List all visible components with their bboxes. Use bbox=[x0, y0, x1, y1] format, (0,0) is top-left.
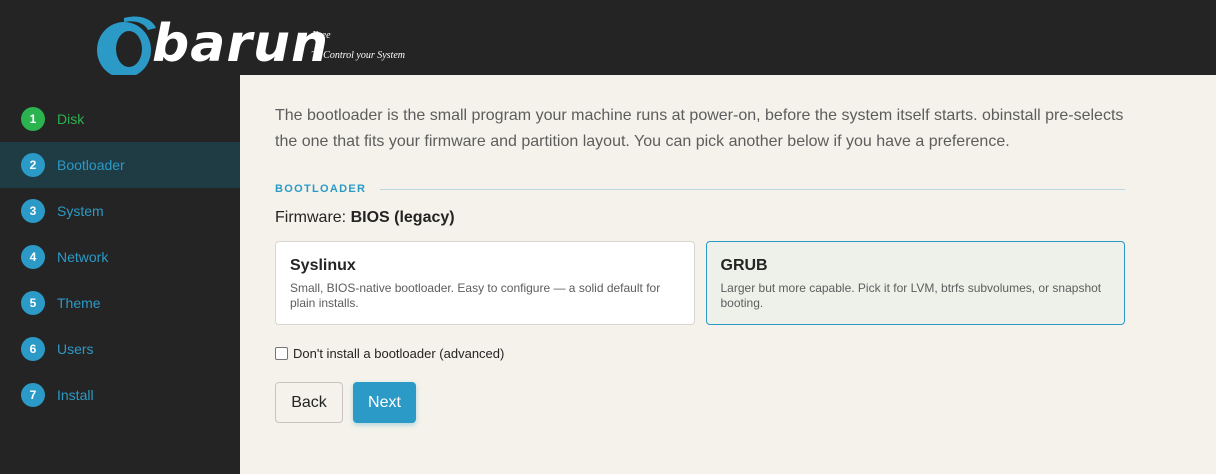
main-content: The bootloader is the small program your… bbox=[240, 75, 1216, 474]
sidebar-item-label: Network bbox=[57, 249, 109, 265]
option-grub[interactable]: GRUB Larger but more capable. Pick it fo… bbox=[705, 241, 1125, 325]
sidebar-item-label: System bbox=[57, 203, 104, 219]
logo-wordmark: barun bbox=[152, 14, 329, 74]
step-number-badge: 5 bbox=[21, 291, 45, 315]
sidebar-steps: 1 Disk 2 Bootloader 3 System 4 Network 5… bbox=[0, 75, 240, 474]
bootloader-options: Syslinux Small, BIOS-native bootloader. … bbox=[275, 241, 1125, 325]
back-button[interactable]: Back bbox=[275, 382, 343, 423]
step-number-badge: 4 bbox=[21, 245, 45, 269]
option-title: Syslinux bbox=[290, 257, 356, 274]
firmware-info: Firmware: BIOS (legacy) bbox=[275, 209, 1125, 227]
firmware-value: BIOS (legacy) bbox=[350, 209, 455, 226]
sidebar-item-users[interactable]: 6 Users bbox=[0, 326, 240, 372]
option-description: Small, BIOS-native bootloader. Easy to c… bbox=[290, 281, 661, 310]
sidebar-item-label: Disk bbox=[57, 111, 85, 127]
section-header: BOOTLOADER bbox=[275, 183, 1125, 195]
obarun-logo-icon bbox=[97, 16, 156, 78]
next-button[interactable]: Next bbox=[353, 382, 416, 423]
step-number-badge: 3 bbox=[21, 199, 45, 223]
intro-text: The bootloader is the small program your… bbox=[275, 107, 1124, 150]
sidebar-item-disk[interactable]: 1 Disk bbox=[0, 96, 240, 142]
sidebar-item-install[interactable]: 7 Install bbox=[0, 372, 240, 418]
skip-bootloader-row: Don't install a bootloader (advanced) bbox=[275, 346, 1125, 361]
firmware-label: Firmware: bbox=[275, 209, 347, 226]
step-number-badge: 7 bbox=[21, 383, 45, 407]
sidebar-item-label: Install bbox=[57, 387, 94, 403]
option-description: Larger but more capable. Pick it for LVM… bbox=[720, 281, 1102, 310]
step-number-badge: 1 bbox=[21, 107, 45, 131]
logo-tagline-1: Free bbox=[312, 30, 331, 41]
step-number-badge: 2 bbox=[21, 153, 45, 177]
section-divider bbox=[380, 188, 1125, 190]
sidebar-item-bootloader[interactable]: 2 Bootloader bbox=[0, 142, 240, 188]
step-number-badge: 6 bbox=[21, 337, 45, 361]
sidebar-item-system[interactable]: 3 System bbox=[0, 188, 240, 234]
app-header: barun Free To Control your System bbox=[0, 0, 1216, 78]
skip-bootloader-label[interactable]: Don't install a bootloader (advanced) bbox=[293, 346, 504, 361]
sidebar-item-theme[interactable]: 5 Theme bbox=[0, 280, 240, 326]
logo: barun Free To Control your System bbox=[94, 10, 434, 82]
option-title: GRUB bbox=[720, 257, 768, 274]
section-title: BOOTLOADER bbox=[275, 183, 367, 195]
sidebar-item-network[interactable]: 4 Network bbox=[0, 234, 240, 280]
option-syslinux[interactable]: Syslinux Small, BIOS-native bootloader. … bbox=[275, 241, 695, 325]
logo-tagline-2: To Control your System bbox=[311, 50, 405, 61]
sidebar-item-label: Theme bbox=[57, 295, 101, 311]
nav-buttons: Back Next bbox=[275, 382, 1125, 423]
sidebar-item-label: Bootloader bbox=[57, 157, 125, 173]
sidebar-item-label: Users bbox=[57, 341, 94, 357]
skip-bootloader-checkbox[interactable] bbox=[275, 347, 288, 360]
